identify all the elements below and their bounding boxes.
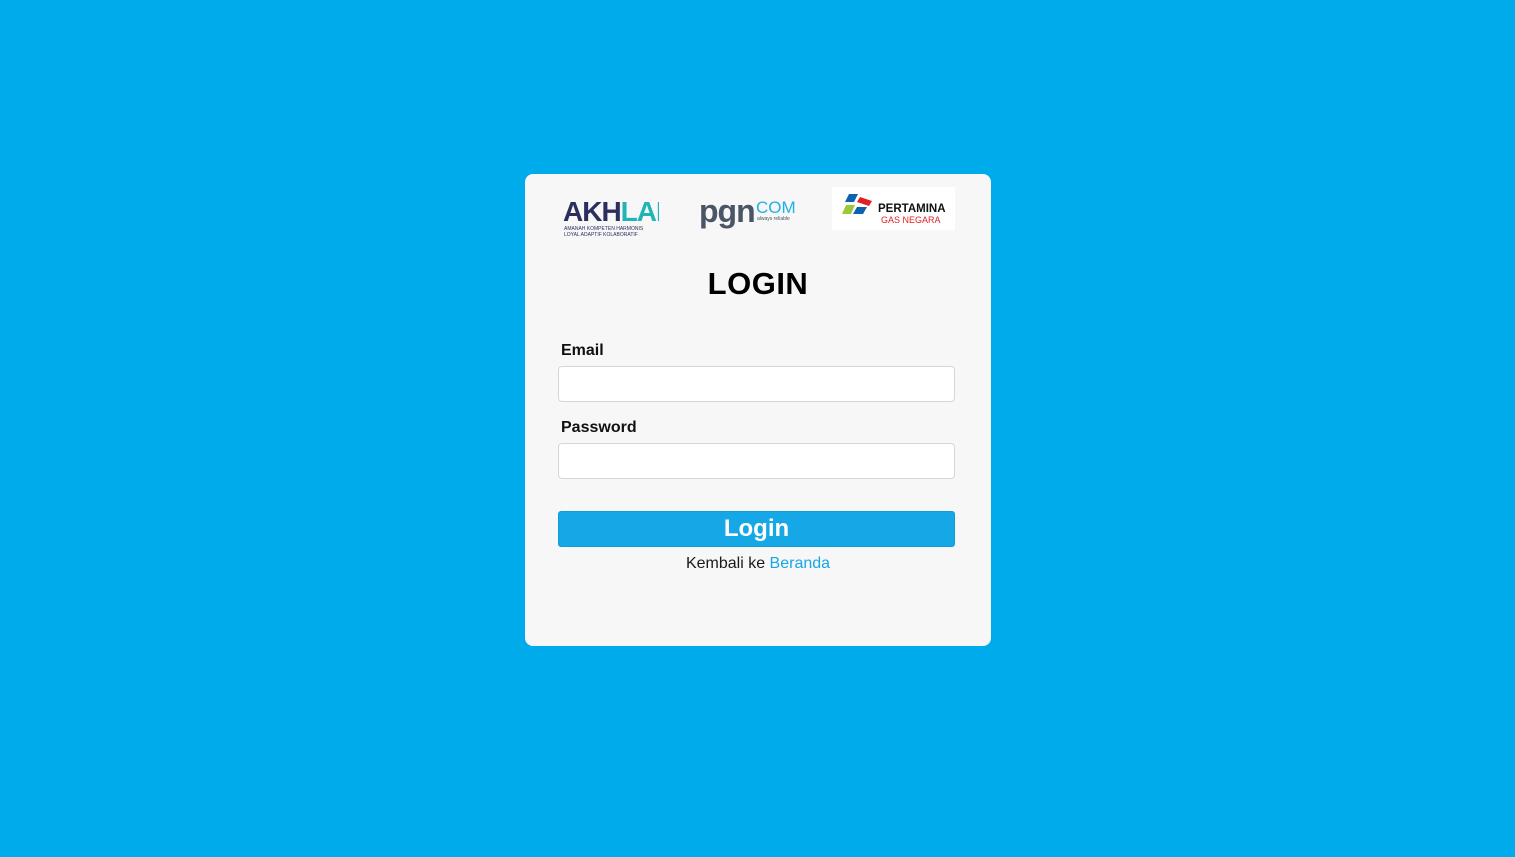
gas-negara-text: GAS NEGARA xyxy=(881,215,941,225)
email-field[interactable] xyxy=(558,366,955,402)
email-label: Email xyxy=(561,342,604,359)
akhlak-tagline-2: LOYAL ADAPTIF KOLABORATIF xyxy=(564,232,638,238)
pgn-com-logo: pgn COM always reliable xyxy=(699,193,799,234)
akhlak-logo-graphic: AKHLAK AMANAH KOMPETEN HARMONIS LOYAL AD… xyxy=(563,196,677,238)
back-text: Kembali ke xyxy=(685,555,766,572)
pgn-tagline: always reliable xyxy=(757,216,790,222)
back-to-home: Kembali ke Beranda xyxy=(525,555,991,573)
home-link[interactable]: Beranda xyxy=(770,555,831,572)
akhlak-text-dark: AKH xyxy=(563,196,621,227)
pertamina-arrow-icon xyxy=(842,194,872,214)
pgn-logo-graphic: pgn COM always reliable xyxy=(699,193,796,229)
pertamina-text: PERTAMINA xyxy=(878,203,946,215)
svg-text:AKHLAK: AKHLAK xyxy=(563,196,659,227)
password-label: Password xyxy=(561,419,637,436)
logo-bar: AKHLAK AMANAH KOMPETEN HARMONIS LOYAL AD… xyxy=(525,174,991,244)
akhlak-text-teal: LAK xyxy=(621,196,659,227)
login-button[interactable]: Login xyxy=(558,511,955,547)
pertamina-gas-negara-logo: PERTAMINA GAS NEGARA xyxy=(832,187,955,230)
pertamina-logo-graphic: PERTAMINA GAS NEGARA xyxy=(842,194,946,225)
password-field[interactable] xyxy=(558,443,955,479)
login-card: AKHLAK AMANAH KOMPETEN HARMONIS LOYAL AD… xyxy=(525,174,991,646)
akhlak-logo: AKHLAK AMANAH KOMPETEN HARMONIS LOYAL AD… xyxy=(563,194,677,238)
pgn-com-text: COM xyxy=(756,198,796,217)
page-title: LOGIN xyxy=(707,266,809,301)
pgn-text: pgn xyxy=(699,194,755,229)
